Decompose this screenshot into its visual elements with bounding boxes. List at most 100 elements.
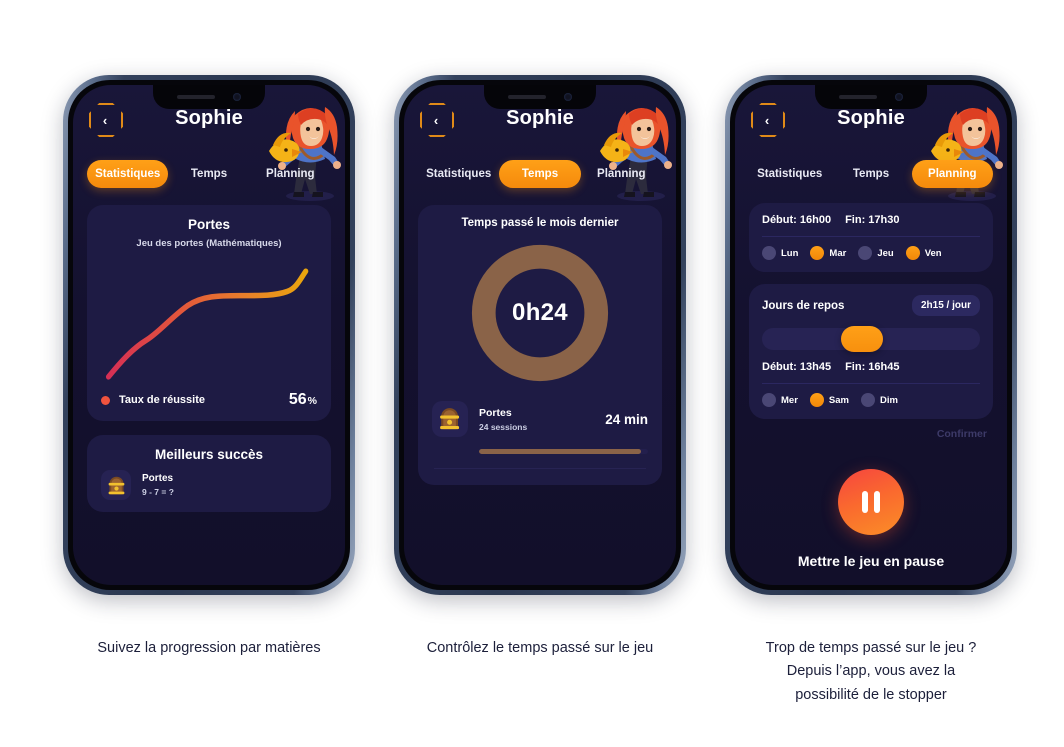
achievement-name: Portes [142,473,174,484]
schedule-card: Début: 16h00 Fin: 17h30 Lun Mar Jeu Ven [749,203,993,272]
day-toggle-mar[interactable]: Mar [810,246,846,260]
slider-thumb[interactable] [841,326,884,352]
session-row[interactable]: Portes 24 sessions 24 min [432,401,648,437]
time-card-title: Temps passé le mois dernier [461,217,619,229]
day-toggle-sam[interactable]: Sam [809,393,849,407]
front-camera-icon [895,93,903,101]
rest-days-badge: 2h15 / jour [911,295,980,316]
best-achievements-card: Meilleurs succès Portes 9 - 7 = ? [87,435,331,512]
legend-label: Taux de réussite [119,394,205,406]
app-screen-statistiques: ‹ Sophie Statistiques Temps Planning Por… [73,85,345,585]
pause-icon-bar-left [862,491,868,513]
schedule-day-toggles[interactable]: Lun Mar Jeu Ven [762,246,980,260]
session-game-name: Portes [479,406,512,419]
earpiece-speaker [508,95,546,99]
day-toggle-ven[interactable]: Ven [905,246,942,260]
duration-slider[interactable] [762,326,980,352]
time-spent-card: Temps passé le mois dernier 0h24 Portes … [418,205,662,485]
tab-temps[interactable]: Temps [830,160,911,188]
confirm-button[interactable]: Confirmer [735,428,987,440]
door-game-icon [101,470,131,500]
toggle-dot-icon [809,393,824,407]
day-label: Mer [781,394,798,406]
day-label: Ven [924,247,942,259]
rest-days-title: Jours de repos [762,299,845,312]
tab-statistiques[interactable]: Statistiques [87,160,169,188]
caption-3-line-3: possibilité de le stopper [795,686,947,703]
toggle-dot-icon [762,393,776,407]
app-screen-temps: ‹ Sophie Statistiques Temps Planning Tem… [404,85,676,585]
pause-section: Mettre le jeu en pause [735,469,1007,569]
day-toggle-dim[interactable]: Dim [860,393,898,407]
front-camera-icon [233,93,241,101]
tab-planning[interactable]: Planning [250,160,331,188]
session-progress-bar [479,449,648,454]
day-label: Jeu [877,247,894,259]
dynamic-island-notch [484,85,596,109]
legend-value: 56% [288,391,317,408]
day-toggle-mer[interactable]: Mer [762,393,798,407]
progress-line-chart [101,255,317,387]
achievement-texts: Portes 9 - 7 = ? [142,473,174,497]
session-texts: Portes 24 sessions [479,407,527,432]
tab-planning[interactable]: Planning [581,160,662,188]
schedule-times: Début: 16h00 Fin: 17h30 [762,214,980,226]
phone-mockup-2: ‹ Sophie Statistiques Temps Planning Tem… [394,75,686,595]
caption-3: Trop de temps passé sur le jeu ? Depuis … [705,637,1037,707]
phone-bezel-1: ‹ Sophie Statistiques Temps Planning Por… [68,80,350,590]
phone-mockup-3: ‹ Sophie Statistiques Temps Planning Déb… [725,75,1017,595]
pause-button[interactable] [838,469,904,535]
divider [762,236,980,237]
stats-card-title: Portes [187,217,231,232]
schedule-start-time: Début: 16h00 [762,214,832,226]
app-screen-planning: ‹ Sophie Statistiques Temps Planning Déb… [735,85,1007,585]
dynamic-island-notch [815,85,927,109]
day-toggle-lun[interactable]: Lun [762,246,798,260]
rest-end-time: Fin: 16h45 [845,361,900,373]
tab-temps[interactable]: Temps [499,160,581,188]
list-item[interactable]: Portes 9 - 7 = ? [101,470,317,500]
stats-card-subtitle: Jeu des portes (Mathématiques) [136,238,282,249]
rest-start-time: Début: 13h45 [762,361,832,373]
donut-center-label: 0h24 [512,299,568,326]
caption-1: Suivez la progression par matières [97,640,321,656]
chart-legend: Taux de réussite 56% [101,391,317,409]
caption-3-line-1: Trop de temps passé sur le jeu ? [765,640,977,656]
pause-icon-bar-right [874,491,880,513]
rest-days-header: Jours de repos 2h15 / jour [762,295,980,316]
tab-statistiques[interactable]: Statistiques [418,160,499,188]
tab-planning[interactable]: Planning [911,160,993,188]
divider [762,383,980,384]
toggle-dot-icon [858,246,873,260]
donut-chart: 0h24 [432,239,648,387]
legend-dot-icon [101,395,110,405]
tab-bar-3[interactable]: Statistiques Temps Planning [735,157,1007,191]
day-label: Sam [828,394,849,406]
door-game-icon [432,401,468,437]
rest-days-card: Jours de repos 2h15 / jour Début: 13h45 … [749,284,993,419]
day-label: Dim [879,394,898,406]
rest-times: Début: 13h45 Fin: 16h45 [762,361,980,373]
tab-bar-1[interactable]: Statistiques Temps Planning [73,157,345,191]
front-camera-icon [564,93,572,101]
toggle-dot-icon [810,246,825,260]
tab-statistiques[interactable]: Statistiques [749,160,830,188]
schedule-end-time: Fin: 17h30 [845,214,900,226]
earpiece-speaker [839,95,877,99]
promo-screenshot-canvas: ‹ Sophie Statistiques Temps Planning Por… [0,0,1064,747]
day-toggle-jeu[interactable]: Jeu [858,246,894,260]
statistics-card: Portes Jeu des portes (Mathématiques) Ta… [87,205,331,421]
dynamic-island-notch [153,85,265,109]
day-label: Mar [829,247,847,259]
session-duration: 24 min [605,411,648,427]
phone-mockup-1: ‹ Sophie Statistiques Temps Planning Por… [63,75,355,595]
toggle-dot-icon [860,393,875,407]
pause-label: Mettre le jeu en pause [797,553,945,569]
caption-3-line-2: Depuis l’app, vous avez la [786,663,956,680]
divider [434,468,646,469]
rest-day-toggles[interactable]: Mer Sam Dim [762,393,980,407]
tab-bar-2[interactable]: Statistiques Temps Planning [404,157,676,191]
achievements-title: Meilleurs succès [154,447,264,462]
toggle-dot-icon [905,246,920,260]
tab-temps[interactable]: Temps [168,160,249,188]
